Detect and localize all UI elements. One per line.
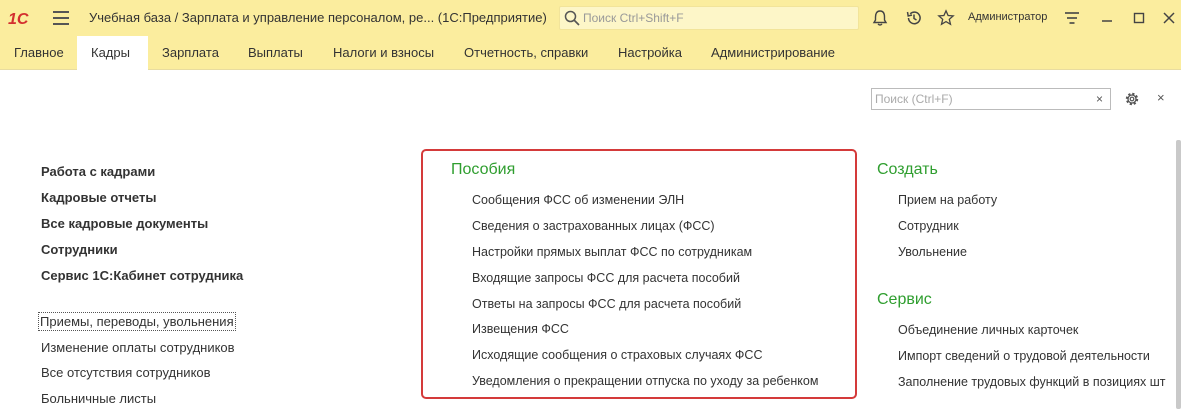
app-title: Учебная база / Зарплата и управление пер… (89, 10, 547, 25)
section-search-input[interactable]: Поиск (Ctrl+F) (871, 88, 1090, 110)
vertical-scrollbar[interactable] (1176, 140, 1181, 409)
link-obedinenie-kartochek[interactable]: Объединение личных карточек (898, 323, 1078, 337)
gear-icon[interactable] (1123, 90, 1141, 108)
link-uvolnenie[interactable]: Увольнение (898, 245, 967, 259)
section-title-sozdat: Создать (877, 161, 938, 178)
main-menu: Главное Кадры Зарплата Выплаты Налоги и … (0, 36, 1181, 71)
link-sotrudniki[interactable]: Сотрудники (41, 242, 118, 257)
link-uvedomleniya-otpusk[interactable]: Уведомления о прекращении отпуска по ухо… (472, 374, 818, 388)
link-priemy-perevody[interactable]: Приемы, переводы, увольнения (38, 312, 236, 331)
link-nastroyki-pryamykh-vyplat[interactable]: Настройки прямых выплат ФСС по сотрудник… (472, 245, 752, 259)
link-bolnichnye-listy[interactable]: Больничные листы (41, 391, 156, 406)
link-soobshcheniya-fss[interactable]: Сообщения ФСС об изменении ЭЛН (472, 193, 684, 207)
link-sotrudnik[interactable]: Сотрудник (898, 219, 959, 233)
link-vse-otsutstviya[interactable]: Все отсутствия сотрудников (41, 365, 211, 380)
close-icon[interactable] (1160, 9, 1178, 27)
search-icon (564, 10, 580, 26)
menu-icon[interactable] (53, 11, 69, 25)
bell-icon[interactable] (871, 9, 889, 27)
title-bar: 1С Учебная база / Зарплата и управление … (0, 0, 1181, 36)
menu-item-nalogi[interactable]: Налоги и взносы (319, 36, 448, 70)
section-title-servis: Сервис (877, 291, 932, 308)
menu-item-otchetnost[interactable]: Отчетность, справки (450, 36, 602, 70)
global-search-placeholder: Поиск Ctrl+Shift+F (583, 11, 684, 25)
link-svedeniya-fss[interactable]: Сведения о застрахованных лицах (ФСС) (472, 219, 715, 233)
settings-lines-icon[interactable] (1063, 9, 1081, 27)
1c-logo-icon[interactable]: 1С (8, 9, 42, 27)
section-search-placeholder: Поиск (Ctrl+F) (875, 92, 953, 106)
menu-item-administrirovanie[interactable]: Администрирование (697, 36, 849, 70)
link-import-svedeniy[interactable]: Импорт сведений о трудовой деятельности (898, 349, 1150, 363)
global-search-input[interactable]: Поиск Ctrl+Shift+F (559, 6, 859, 30)
clear-search-button[interactable]: × (1089, 88, 1111, 110)
menu-item-glavnoe[interactable]: Главное (0, 36, 78, 70)
link-izmenenie-oplaty[interactable]: Изменение оплаты сотрудников (41, 340, 235, 355)
link-servis-kabinet[interactable]: Сервис 1С:Кабинет сотрудника (41, 268, 243, 283)
menu-item-vyplaty[interactable]: Выплаты (234, 36, 317, 70)
star-icon[interactable] (937, 9, 955, 27)
close-section-button[interactable]: × (1157, 90, 1165, 105)
link-rabota-s-kadrami[interactable]: Работа с кадрами (41, 164, 155, 179)
link-vse-kadrovye-dokumenty[interactable]: Все кадровые документы (41, 216, 208, 231)
current-user[interactable]: Администратор (968, 11, 1047, 23)
section-title-posobiya: Пособия (451, 161, 516, 178)
link-zapolnenie-funktsiy[interactable]: Заполнение трудовых функций в позициях ш… (898, 375, 1174, 389)
menu-item-nastroyka[interactable]: Настройка (604, 36, 696, 70)
link-kadrovye-otchety[interactable]: Кадровые отчеты (41, 190, 156, 205)
link-otvety-na-zaprosy[interactable]: Ответы на запросы ФСС для расчета пособи… (472, 297, 741, 311)
menu-item-zarplata[interactable]: Зарплата (148, 36, 233, 70)
svg-text:1С: 1С (8, 11, 29, 27)
link-izveshcheniya-fss[interactable]: Извещения ФСС (472, 322, 569, 336)
minimize-icon[interactable] (1098, 9, 1116, 27)
link-priem-na-rabotu[interactable]: Прием на работу (898, 193, 997, 207)
link-vkhodyashchie-zaprosy[interactable]: Входящие запросы ФСС для расчета пособий (472, 271, 740, 285)
link-iskhodyashchie-soobshcheniya[interactable]: Исходящие сообщения о страховых случаях … (472, 348, 762, 362)
history-icon[interactable] (905, 9, 923, 27)
maximize-icon[interactable] (1130, 9, 1148, 27)
menu-item-kadry[interactable]: Кадры (77, 36, 148, 71)
